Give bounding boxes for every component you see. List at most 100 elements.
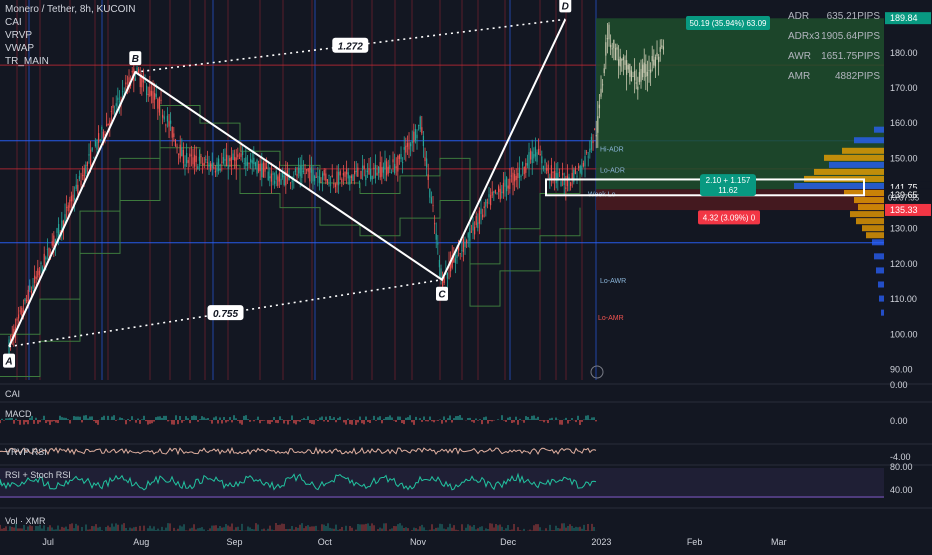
candle-body bbox=[371, 175, 373, 180]
time-label: Aug bbox=[133, 537, 149, 547]
pane-label-macd[interactable]: MACD bbox=[5, 409, 32, 419]
candle-body bbox=[493, 191, 495, 193]
adr-table: ADR 635.21PIPS ADRx3 1905.64PIPS AWR 165… bbox=[784, 8, 880, 92]
price-tick: 130.00 bbox=[890, 224, 918, 234]
candle-body bbox=[264, 163, 266, 172]
candle-body bbox=[461, 250, 463, 251]
candle-body bbox=[410, 143, 412, 147]
candle-body bbox=[514, 174, 516, 182]
candle-body bbox=[141, 76, 143, 88]
candle-body bbox=[221, 161, 223, 163]
candle-body bbox=[491, 191, 493, 196]
candle-body bbox=[574, 167, 577, 174]
volume-profile-bar bbox=[874, 126, 884, 133]
candle-body bbox=[386, 161, 388, 176]
candle-body bbox=[398, 155, 401, 159]
candle-body bbox=[658, 56, 660, 63]
candle-body bbox=[413, 131, 415, 143]
candle-body bbox=[338, 171, 340, 186]
candle-body bbox=[208, 162, 210, 168]
candle-body bbox=[35, 276, 37, 279]
pattern-point-label: A bbox=[4, 357, 12, 368]
candle-body bbox=[382, 166, 385, 173]
candle-body bbox=[594, 128, 596, 130]
awr-row: AWR 1651.75PIPS bbox=[788, 51, 880, 62]
candle-body bbox=[157, 99, 159, 109]
candle-body bbox=[125, 82, 127, 85]
candle-body bbox=[70, 195, 73, 202]
candle-body bbox=[227, 165, 229, 169]
candle-body bbox=[470, 231, 473, 233]
candle-body bbox=[421, 127, 423, 134]
pane-label-vrvp-rsi[interactable]: VRVP RSI bbox=[5, 447, 47, 457]
candle-body bbox=[83, 168, 85, 181]
candle-body bbox=[261, 163, 263, 178]
candle-body bbox=[661, 45, 663, 48]
awr-value: 1651.75PIPS bbox=[821, 51, 880, 62]
candle-body bbox=[136, 67, 138, 72]
candle-body bbox=[34, 275, 36, 284]
candle-body bbox=[219, 168, 221, 171]
candle-body bbox=[90, 149, 92, 166]
candle-body bbox=[234, 156, 236, 161]
amr-row: AMR 4882PIPS bbox=[788, 71, 880, 82]
candle-body bbox=[186, 153, 188, 164]
candle-body bbox=[578, 166, 580, 168]
pane-tick: 80.00 bbox=[890, 462, 913, 472]
candle-body bbox=[312, 169, 314, 182]
candle-body bbox=[203, 162, 205, 166]
candle-body bbox=[509, 178, 511, 189]
candle-body bbox=[634, 70, 636, 81]
candle-body bbox=[515, 175, 517, 180]
pattern-point-label: D bbox=[562, 1, 569, 12]
candle-body bbox=[85, 164, 87, 174]
candle-body bbox=[19, 310, 21, 312]
candle-body bbox=[272, 173, 274, 175]
time-label: Oct bbox=[318, 537, 333, 547]
candle-body bbox=[603, 68, 605, 74]
candle-body bbox=[408, 142, 410, 150]
candle-body bbox=[533, 154, 535, 159]
candle-body bbox=[539, 154, 541, 156]
candle-body bbox=[490, 195, 492, 206]
candle-body bbox=[418, 125, 420, 126]
candle-body bbox=[462, 239, 465, 252]
candle-body bbox=[550, 165, 553, 180]
candle-body bbox=[106, 124, 108, 126]
candle-body bbox=[590, 136, 593, 150]
candle-body bbox=[570, 182, 572, 186]
candle-body bbox=[46, 248, 49, 250]
candle-body bbox=[405, 145, 407, 153]
candle-body bbox=[518, 167, 521, 179]
pane-label-rsi[interactable]: RSI + Stoch RSI bbox=[5, 470, 71, 480]
candle-body bbox=[339, 171, 341, 176]
candle-body bbox=[637, 86, 639, 90]
pane-label-cai[interactable]: CAI bbox=[5, 389, 20, 399]
candle-body bbox=[226, 154, 228, 167]
volume-profile-bar bbox=[876, 267, 884, 274]
candle-body bbox=[403, 147, 405, 150]
candle-body bbox=[91, 147, 93, 151]
candle-body bbox=[477, 222, 479, 229]
candle-body bbox=[387, 166, 389, 174]
pattern-point-label: B bbox=[132, 54, 139, 65]
candle-body bbox=[78, 176, 81, 179]
candle-body bbox=[206, 162, 209, 164]
candle-body bbox=[402, 162, 404, 163]
candle-body bbox=[77, 184, 79, 194]
volume-profile-bar bbox=[824, 154, 884, 161]
candle-body bbox=[181, 147, 183, 157]
pane-label-volume[interactable]: Vol · XMR bbox=[5, 516, 46, 526]
adrx3-label: ADRx3 bbox=[788, 31, 820, 42]
price-tag: 135.33 bbox=[890, 205, 918, 215]
candle-body bbox=[542, 165, 545, 170]
candle-body bbox=[178, 153, 180, 155]
candle-body bbox=[589, 148, 591, 153]
candle-body bbox=[582, 162, 585, 167]
candle-body bbox=[170, 120, 172, 124]
candle-body bbox=[168, 121, 170, 127]
candle-body bbox=[566, 175, 569, 187]
candle-body bbox=[526, 163, 529, 166]
candle-body bbox=[650, 69, 652, 73]
level-label: Lo-AMR bbox=[598, 315, 624, 322]
